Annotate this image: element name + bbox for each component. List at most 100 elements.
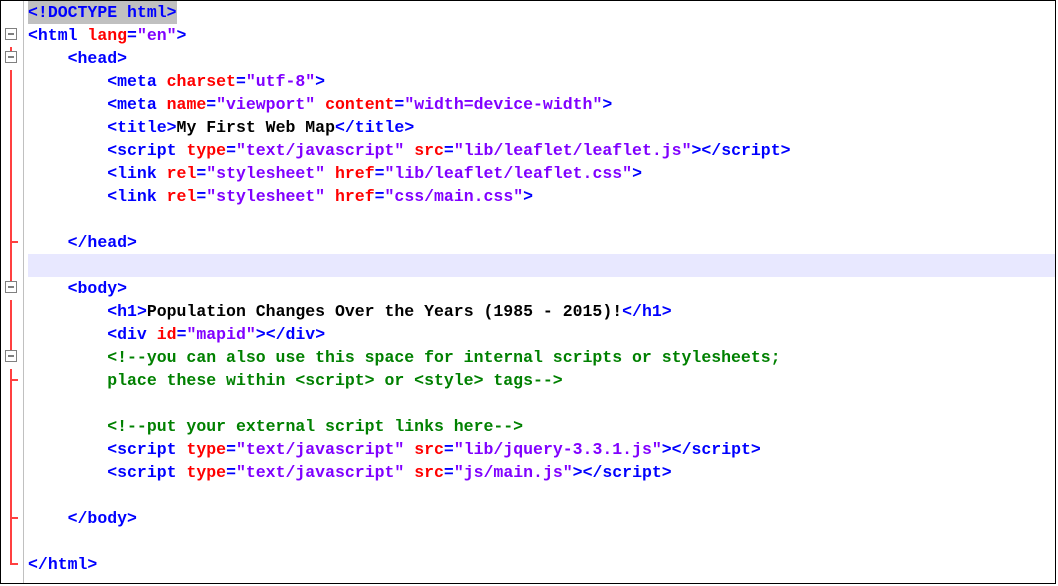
fold-guide (10, 323, 12, 346)
code-line[interactable]: <!DOCTYPE html> (28, 1, 1055, 24)
token-kw: html (38, 24, 78, 47)
gutter-line (1, 47, 23, 70)
token-txt (157, 162, 167, 185)
gutter-line (1, 24, 23, 47)
token-txt (177, 461, 187, 484)
token-kw: div (117, 323, 147, 346)
code-line[interactable]: <head> (28, 47, 1055, 70)
code-line[interactable] (28, 208, 1055, 231)
token-kw: < (107, 461, 117, 484)
token-kw: head (87, 231, 127, 254)
token-kw: < (107, 116, 117, 139)
code-line[interactable]: </body> (28, 507, 1055, 530)
token-kw: > (117, 47, 127, 70)
code-line[interactable]: <!--put your external script links here-… (28, 415, 1055, 438)
gutter-line (1, 530, 23, 553)
token-kw: = (236, 70, 246, 93)
code-line[interactable]: <div id="mapid"></div> (28, 323, 1055, 346)
fold-toggle-icon[interactable] (5, 350, 17, 362)
code-line[interactable]: <script type="text/javascript" src="lib/… (28, 139, 1055, 162)
code-line[interactable]: <link rel="stylesheet" href="css/main.cs… (28, 185, 1055, 208)
code-line[interactable]: <!--you can also use this space for inte… (28, 346, 1055, 369)
code-line[interactable] (28, 530, 1055, 553)
code-line[interactable]: <title>My First Web Map</title> (28, 116, 1055, 139)
code-line[interactable]: <body> (28, 277, 1055, 300)
token-kw: script (117, 438, 176, 461)
code-line[interactable]: </html> (28, 553, 1055, 576)
token-attr: type (186, 438, 226, 461)
token-kw: < (107, 70, 117, 93)
token-kw: </ (701, 139, 721, 162)
code-line[interactable]: place these within <script> or <style> t… (28, 369, 1055, 392)
token-kw: </ (68, 231, 88, 254)
token-kw: > (691, 139, 701, 162)
code-line[interactable]: <html lang="en"> (28, 24, 1055, 47)
token-attr: charset (167, 70, 236, 93)
token-kw: > (781, 139, 791, 162)
code-editor[interactable]: <!DOCTYPE html><html lang="en"> <head> <… (1, 1, 1055, 583)
fold-guide (10, 300, 12, 323)
code-line[interactable] (28, 484, 1055, 507)
token-kw: script (117, 461, 176, 484)
code-line[interactable]: <meta name="viewport" content="width=dev… (28, 93, 1055, 116)
token-str: "width=device-width" (404, 93, 602, 116)
token-kw: < (107, 300, 117, 323)
token-kw: DOCTYPE (48, 1, 117, 24)
token-kw: = (196, 162, 206, 185)
token-attr: src (414, 139, 444, 162)
token-kw: head (78, 47, 118, 70)
token-kw: = (177, 323, 187, 346)
token-kw: title (117, 116, 167, 139)
token-attr: name (167, 93, 207, 116)
code-line[interactable]: <script type="text/javascript" src="lib/… (28, 438, 1055, 461)
token-kw: body (87, 507, 127, 530)
token-kw: </ (583, 461, 603, 484)
code-line[interactable] (28, 254, 1055, 277)
gutter-line (1, 415, 23, 438)
token-kw: > (573, 461, 583, 484)
gutter-line (1, 162, 23, 185)
code-line[interactable]: <script type="text/javascript" src="js/m… (28, 461, 1055, 484)
token-attr: lang (87, 24, 127, 47)
token-str: "utf-8" (246, 70, 315, 93)
token-kw: = (444, 461, 454, 484)
token-txt (325, 185, 335, 208)
token-kw: div (286, 323, 316, 346)
token-attr: href (335, 162, 375, 185)
gutter-line (1, 507, 23, 530)
fold-gutter[interactable] (1, 1, 24, 583)
code-line[interactable] (28, 392, 1055, 415)
token-str: "en" (137, 24, 177, 47)
code-line[interactable]: <meta charset="utf-8"> (28, 70, 1055, 93)
token-txt (157, 185, 167, 208)
token-txt (177, 139, 187, 162)
gutter-line (1, 1, 23, 24)
token-attr: rel (167, 185, 197, 208)
fold-guide (10, 70, 12, 93)
token-kw: > (662, 300, 672, 323)
gutter-line (1, 277, 23, 300)
token-attr: rel (167, 162, 197, 185)
token-kw: > (167, 1, 177, 24)
token-kw: < (107, 438, 117, 461)
token-kw: h1 (642, 300, 662, 323)
token-kw: = (444, 438, 454, 461)
code-line[interactable]: </head> (28, 231, 1055, 254)
fold-toggle-icon[interactable] (5, 51, 17, 63)
code-area[interactable]: <!DOCTYPE html><html lang="en"> <head> <… (24, 1, 1055, 583)
token-kw: = (375, 185, 385, 208)
token-kw: <! (28, 1, 48, 24)
token-str: "mapid" (186, 323, 255, 346)
code-line[interactable]: <link rel="stylesheet" href="lib/leaflet… (28, 162, 1055, 185)
token-kw: = (444, 139, 454, 162)
token-kw: > (117, 277, 127, 300)
token-kw: > (177, 24, 187, 47)
fold-toggle-icon[interactable] (5, 281, 17, 293)
token-kw: </ (672, 438, 692, 461)
code-line[interactable]: <h1>Population Changes Over the Years (1… (28, 300, 1055, 323)
token-attr: src (414, 438, 444, 461)
token-kw: link (117, 162, 157, 185)
token-kw: html (127, 1, 167, 24)
fold-toggle-icon[interactable] (5, 28, 17, 40)
token-kw: link (117, 185, 157, 208)
